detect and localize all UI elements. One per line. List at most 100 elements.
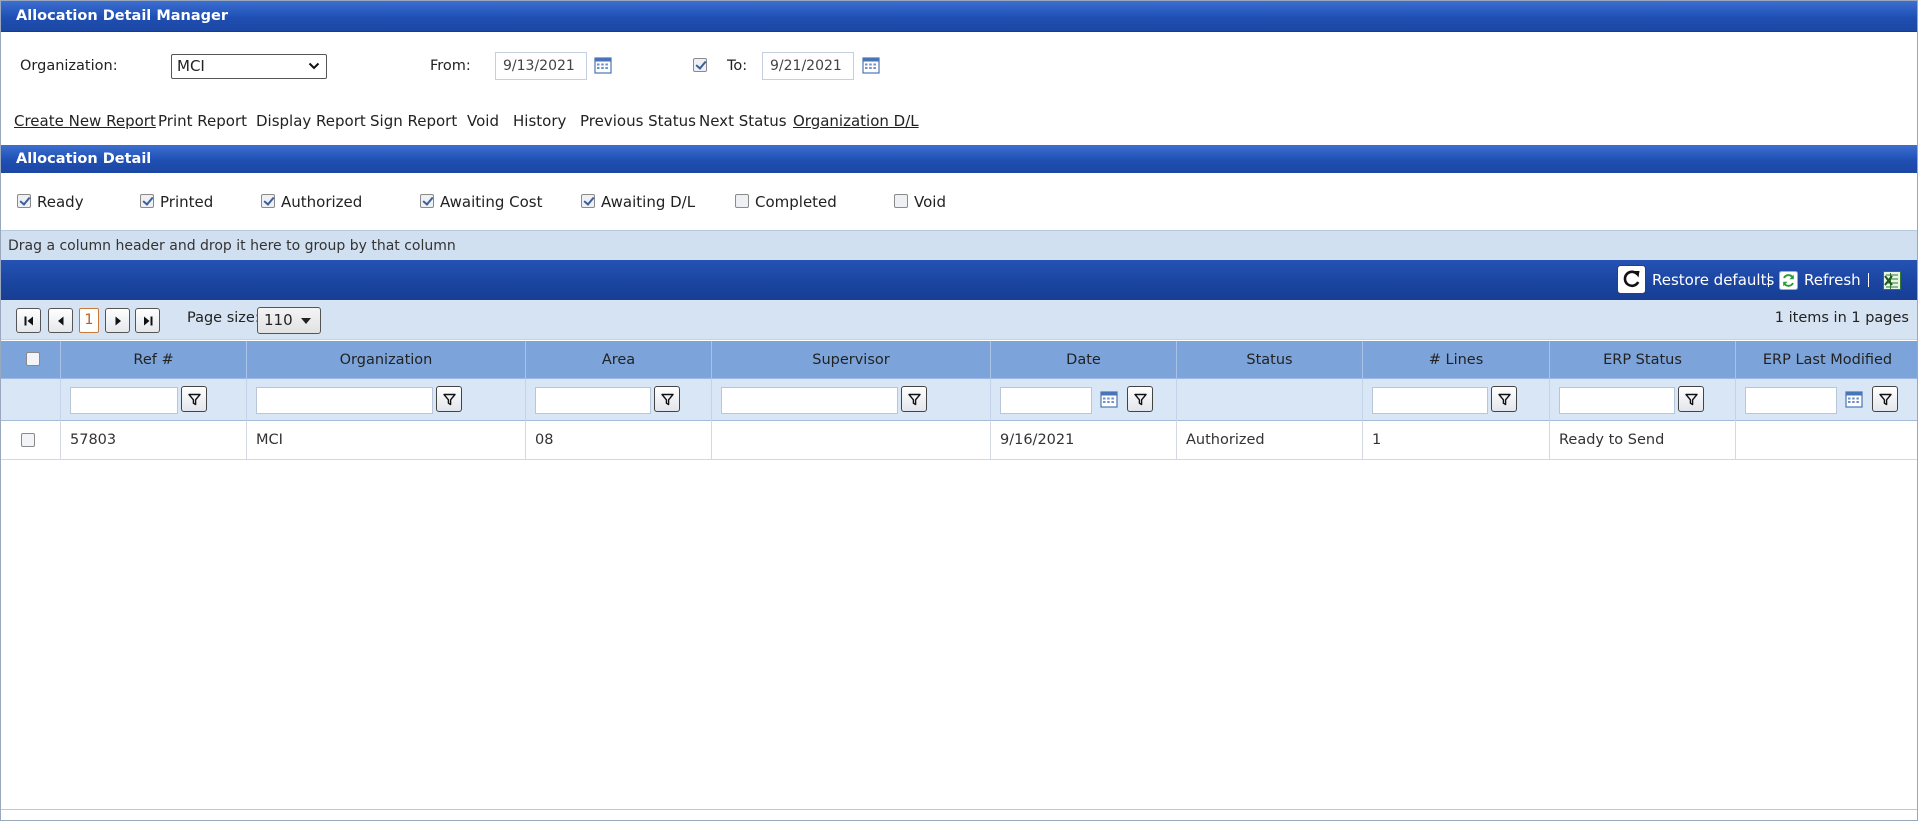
next-page-button[interactable] <box>105 308 130 333</box>
organization-select-value: MCI <box>177 57 205 75</box>
erp-status-filter-input[interactable] <box>1559 387 1675 414</box>
column-header-supervisor[interactable]: Supervisor <box>711 341 990 379</box>
last-page-button[interactable] <box>135 308 160 333</box>
refresh-icon[interactable] <box>1779 271 1798 290</box>
current-page-number[interactable]: 1 <box>79 308 99 333</box>
filter-icon <box>1134 393 1147 406</box>
grid-pager: 1 Page size: 110 1 items in 1 pages <box>1 300 1917 340</box>
supervisor-filter-input[interactable] <box>721 387 898 414</box>
column-header-erp-last-modified[interactable]: ERP Last Modified <box>1735 341 1917 379</box>
filter-icon <box>908 393 921 406</box>
sign-report-link[interactable]: Sign Report <box>370 112 457 130</box>
erp-last-modified-filter-input[interactable] <box>1745 387 1837 414</box>
filter-cell-select <box>1 379 60 421</box>
grid-filter-row <box>1 379 1917 421</box>
previous-status-link[interactable]: Previous Status <box>580 112 696 130</box>
lines-filter-button[interactable] <box>1491 386 1517 412</box>
column-header-ref[interactable]: Ref # <box>60 341 246 379</box>
window-title: Allocation Detail Manager <box>1 1 1917 32</box>
select-all-cell <box>1 341 60 379</box>
filter-cell-erp-status <box>1549 379 1735 421</box>
cell-status: Authorized <box>1176 421 1362 460</box>
page-size-label: Page size: <box>187 310 260 326</box>
printed-checkbox[interactable] <box>140 194 154 208</box>
grid-header-row: Ref # Organization Area Supervisor Date … <box>1 341 1917 379</box>
create-new-report-link[interactable]: Create New Report <box>14 112 156 130</box>
void-checkbox[interactable] <box>894 194 908 208</box>
row-checkbox[interactable] <box>21 433 35 447</box>
table-row[interactable]: 57803 MCI 08 9/16/2021 Authorized 1 Read… <box>1 421 1917 460</box>
cell-date: 9/16/2021 <box>990 421 1176 460</box>
print-report-link[interactable]: Print Report <box>158 112 247 130</box>
next-status-link[interactable]: Next Status <box>699 112 787 130</box>
filter-icon <box>188 393 201 406</box>
column-header-lines[interactable]: # Lines <box>1362 341 1549 379</box>
cell-area: 08 <box>525 421 711 460</box>
organization-filter-button[interactable] <box>436 386 462 412</box>
first-page-button[interactable] <box>16 308 41 333</box>
to-date-enable-checkbox[interactable] <box>693 58 707 72</box>
history-link[interactable]: History <box>513 112 566 130</box>
to-date-input[interactable]: 9/21/2021 <box>762 52 854 80</box>
completed-checkbox[interactable] <box>735 194 749 208</box>
column-header-erp-status[interactable]: ERP Status <box>1549 341 1735 379</box>
organization-label: Organization: <box>20 58 118 74</box>
from-date-input[interactable]: 9/13/2021 <box>495 52 587 80</box>
excel-export-icon[interactable] <box>1883 271 1901 290</box>
authorized-checkbox[interactable] <box>261 194 275 208</box>
organization-filter-input[interactable] <box>256 387 433 414</box>
previous-page-button[interactable] <box>48 308 73 333</box>
filter-cell-status <box>1176 379 1362 421</box>
filter-cell-organization <box>246 379 525 421</box>
filter-cell-erp-last-modified <box>1735 379 1917 421</box>
column-header-organization[interactable]: Organization <box>246 341 525 379</box>
refresh-button[interactable]: Refresh <box>1804 260 1861 300</box>
ref-filter-input[interactable] <box>70 387 178 414</box>
pager-info: 1 items in 1 pages <box>1774 310 1909 326</box>
organization-select[interactable]: MCI <box>171 54 327 79</box>
void-label: Void <box>914 193 946 211</box>
next-page-icon <box>115 316 121 326</box>
void-link[interactable]: Void <box>467 112 499 130</box>
awaiting-dl-checkbox[interactable] <box>581 194 595 208</box>
restore-defaults-button[interactable]: Restore defaults <box>1652 260 1774 300</box>
display-report-link[interactable]: Display Report <box>256 112 366 130</box>
select-all-checkbox[interactable] <box>26 352 40 366</box>
lines-filter-input[interactable] <box>1372 387 1488 414</box>
ready-checkbox[interactable] <box>17 194 31 208</box>
cell-organization: MCI <box>246 421 525 460</box>
area-filter-input[interactable] <box>535 387 651 414</box>
status-filters: Ready Printed Authorized Awaiting Cost A… <box>1 192 1917 214</box>
cell-lines: 1 <box>1362 421 1549 460</box>
organization-dl-link[interactable]: Organization D/L <box>793 112 919 130</box>
toolbar-separator <box>1768 273 1769 287</box>
calendar-icon[interactable] <box>593 55 613 75</box>
calendar-icon[interactable] <box>861 55 881 75</box>
page-size-value: 110 <box>264 311 293 329</box>
area-filter-button[interactable] <box>654 386 680 412</box>
date-filter-button[interactable] <box>1127 386 1153 412</box>
supervisor-filter-button[interactable] <box>901 386 927 412</box>
filter-cell-lines <box>1362 379 1549 421</box>
toolbar-separator <box>1868 273 1869 287</box>
awaiting-cost-checkbox[interactable] <box>420 194 434 208</box>
ref-filter-button[interactable] <box>181 386 207 412</box>
restore-icon[interactable] <box>1617 265 1646 294</box>
column-header-area[interactable]: Area <box>525 341 711 379</box>
group-by-drop-area[interactable]: Drag a column header and drop it here to… <box>1 230 1917 260</box>
previous-page-icon <box>58 316 64 326</box>
erp-status-filter-button[interactable] <box>1678 386 1704 412</box>
filter-icon <box>661 393 674 406</box>
date-filter-input[interactable] <box>1000 387 1092 414</box>
filter-cell-supervisor <box>711 379 990 421</box>
cell-erp-status: Ready to Send <box>1549 421 1735 460</box>
grid-command-bar: Restore defaults Refresh <box>1 260 1917 300</box>
page-size-select[interactable]: 110 <box>257 307 321 334</box>
chevron-down-icon <box>308 62 320 70</box>
column-header-status[interactable]: Status <box>1176 341 1362 379</box>
completed-label: Completed <box>755 193 837 211</box>
calendar-icon[interactable] <box>1844 389 1864 409</box>
erp-last-modified-filter-button[interactable] <box>1872 386 1898 412</box>
column-header-date[interactable]: Date <box>990 341 1176 379</box>
calendar-icon[interactable] <box>1099 389 1119 409</box>
